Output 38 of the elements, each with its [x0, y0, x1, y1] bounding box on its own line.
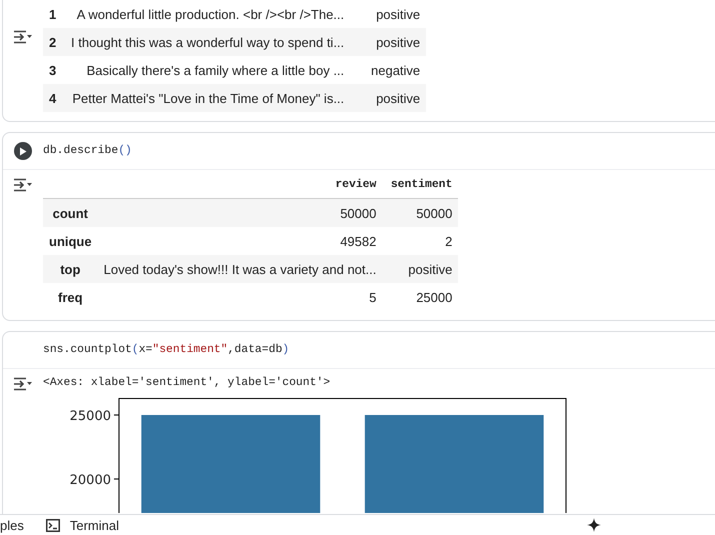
table-cell: I thought this was a wonderful way to spend ti...	[65, 28, 350, 56]
row-index: 2	[43, 28, 65, 56]
table-cell: 2	[382, 227, 458, 255]
table-cell: 50000	[98, 198, 382, 227]
tick-label: 20000	[70, 473, 111, 488]
terminal-icon[interactable]	[46, 518, 60, 532]
code-line[interactable]: db.describe()	[43, 145, 132, 157]
code-line[interactable]: sns.countplot(x="sentiment",data=db)	[43, 344, 290, 356]
table-cell: positive	[350, 0, 426, 28]
table-cell: 49582	[98, 227, 382, 255]
table-cell: negative	[350, 56, 426, 84]
output-menu-icon[interactable]	[13, 377, 33, 391]
table-cell: positive	[350, 28, 426, 56]
row-index: 4	[43, 84, 65, 112]
row-label: unique	[43, 227, 98, 255]
output-menu-icon[interactable]	[13, 30, 33, 44]
tab-label[interactable]: Terminal	[70, 518, 119, 532]
sparkle-icon[interactable]	[587, 518, 601, 532]
run-button[interactable]	[14, 142, 32, 160]
table-cell: Petter Mattei's "Love in the Time of Money" is...	[65, 84, 350, 112]
table-cell: 50000	[382, 198, 458, 227]
row-label: freq	[43, 283, 98, 311]
table-cell: 25000	[382, 283, 458, 311]
tick-label: 25000	[70, 409, 111, 424]
table-cell: A wonderful little production. <br /><br />The...	[65, 0, 350, 28]
row-label: top	[43, 255, 98, 283]
output-text: <Axes: xlabel='sentiment', ylabel='count'>	[43, 376, 332, 391]
table-cell: 5	[98, 283, 382, 311]
row-index: 3	[43, 56, 65, 84]
table-cell: positive	[350, 84, 426, 112]
output-menu-icon[interactable]	[13, 178, 33, 192]
table-cell: Basically there's a family where a little boy ...	[65, 56, 350, 84]
play-icon	[19, 146, 27, 156]
table-cell: Loved today's show!!! It was a variety and not...	[98, 255, 382, 283]
row-label: count	[43, 198, 98, 227]
tab-label[interactable]: ples	[0, 518, 24, 532]
table-cell: positive	[382, 255, 458, 283]
row-index: 1	[43, 0, 65, 28]
